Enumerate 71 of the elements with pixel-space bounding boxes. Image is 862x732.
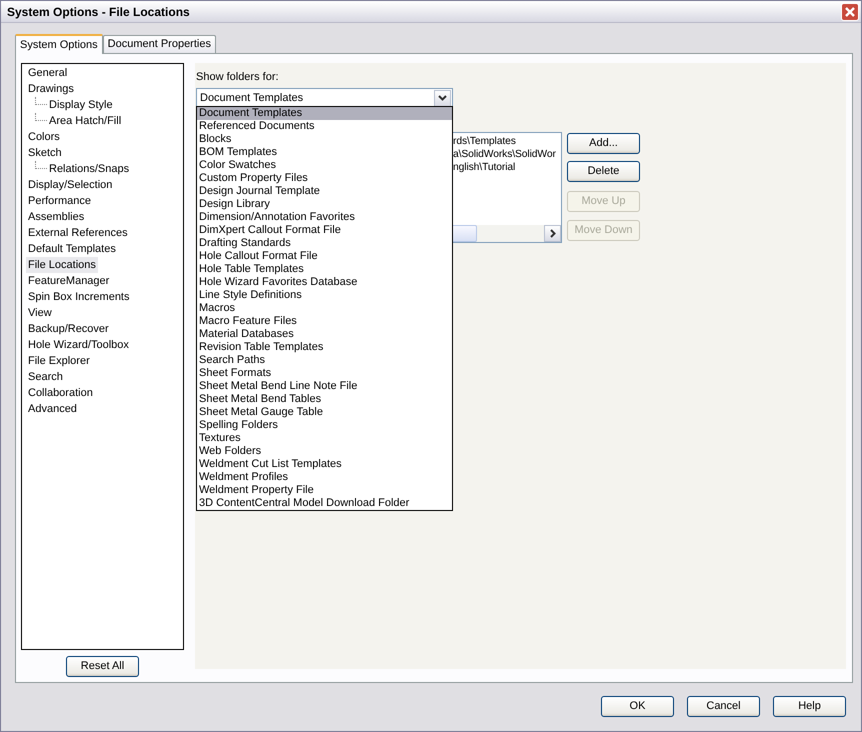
dropdown-option[interactable]: Line Style Definitions: [197, 289, 452, 302]
dropdown-option[interactable]: BOM Templates: [197, 146, 452, 159]
tree-item[interactable]: Performance: [26, 193, 93, 209]
dropdown-option[interactable]: Design Library: [197, 198, 452, 211]
tree-item[interactable]: Search: [26, 369, 65, 385]
close-button[interactable]: [841, 2, 859, 20]
dropdown-option[interactable]: Hole Table Templates: [197, 263, 452, 276]
folder-path[interactable]: rds\Templates: [453, 136, 516, 146]
dropdown-option[interactable]: Macros: [197, 302, 452, 315]
tree-item[interactable]: Display/Selection: [26, 177, 114, 193]
dropdown-option[interactable]: Sheet Formats: [197, 367, 452, 380]
tree-item[interactable]: FeatureManager: [26, 273, 112, 289]
dropdown-option[interactable]: 3D ContentCentral Model Download Folder: [197, 497, 452, 510]
scroll-right-icon[interactable]: [544, 224, 561, 242]
tree-item[interactable]: Advanced: [26, 401, 79, 417]
tree-item[interactable]: Spin Box Increments: [26, 289, 132, 305]
dropdown-option[interactable]: Material Databases: [197, 328, 452, 341]
tree-item[interactable]: Drawings: [26, 81, 76, 97]
tree-item[interactable]: File Explorer: [26, 353, 92, 369]
dropdown-option[interactable]: Revision Table Templates: [197, 341, 452, 354]
dropdown-option[interactable]: Referenced Documents: [197, 120, 452, 133]
dropdown-option[interactable]: Sheet Metal Gauge Table: [197, 406, 452, 419]
tree-item[interactable]: File Locations: [26, 257, 98, 273]
dropdown-option[interactable]: Weldment Cut List Templates: [197, 458, 452, 471]
dropdown-option[interactable]: Sheet Metal Bend Tables: [197, 393, 452, 406]
tab[interactable]: Document Properties: [102, 35, 216, 53]
folder-type-dropdown[interactable]: Document Templates: [196, 88, 453, 108]
tree-item[interactable]: Collaboration: [26, 385, 95, 401]
tree-item[interactable]: Area Hatch/Fill: [47, 113, 124, 129]
dropdown-option[interactable]: Textures: [197, 432, 452, 445]
action-button[interactable]: Delete: [567, 160, 640, 182]
dropdown-option[interactable]: Spelling Folders: [197, 419, 452, 432]
dropdown-option[interactable]: Weldment Property File: [197, 484, 452, 497]
tree-item[interactable]: Colors: [26, 129, 62, 145]
dropdown-option[interactable]: Web Folders: [197, 445, 452, 458]
dropdown-option[interactable]: Hole Callout Format File: [197, 250, 452, 263]
tree-item[interactable]: Default Templates: [26, 241, 118, 257]
dropdown-option[interactable]: Dimension/Annotation Favorites: [197, 211, 452, 224]
dialog-button[interactable]: OK: [601, 696, 674, 717]
action-button[interactable]: Add...: [567, 132, 640, 154]
close-icon: [845, 6, 855, 16]
dropdown-option[interactable]: Macro Feature Files: [197, 315, 452, 328]
tree-item[interactable]: Assemblies: [26, 209, 86, 225]
tree-item[interactable]: Hole Wizard/Toolbox: [26, 337, 131, 353]
tree-item[interactable]: Display Style: [47, 97, 115, 113]
dropdown-option[interactable]: Design Journal Template: [197, 185, 452, 198]
dropdown-option[interactable]: Custom Property Files: [197, 172, 452, 185]
reset-all-button[interactable]: Reset All: [66, 656, 139, 677]
tree-item[interactable]: Relations/Snaps: [47, 161, 132, 177]
dropdown-option[interactable]: Document Templates: [197, 107, 452, 120]
tree-item[interactable]: General: [26, 65, 70, 81]
tree-item[interactable]: Backup/Recover: [26, 321, 111, 337]
tree-item[interactable]: View: [26, 305, 54, 321]
folder-path[interactable]: a\SolidWorks\SolidWor: [453, 148, 556, 160]
folder-path[interactable]: nglish\Tutorial: [453, 162, 516, 172]
dropdown-option[interactable]: DimXpert Callout Format File: [197, 224, 452, 237]
tree-item[interactable]: External References: [26, 225, 130, 241]
dropdown-option[interactable]: Drafting Standards: [197, 237, 452, 250]
window-title: System Options - File Locations: [7, 4, 190, 20]
field-label: Show folders for:: [196, 70, 280, 85]
dropdown-value: Document Templates: [200, 90, 304, 106]
dropdown-option[interactable]: Search Paths: [197, 354, 452, 367]
dialog-button[interactable]: Help: [773, 696, 846, 717]
dropdown-option[interactable]: Hole Wizard Favorites Database: [197, 276, 452, 289]
dropdown-option[interactable]: Weldment Profiles: [197, 471, 452, 484]
dropdown-option[interactable]: Sheet Metal Bend Line Note File: [197, 380, 452, 393]
dropdown-option[interactable]: Blocks: [197, 133, 452, 146]
tree-item[interactable]: Sketch: [26, 145, 64, 161]
tab[interactable]: System Options: [15, 34, 103, 54]
dialog-button[interactable]: Cancel: [687, 696, 760, 717]
dropdown-option[interactable]: Color Swatches: [197, 159, 452, 172]
